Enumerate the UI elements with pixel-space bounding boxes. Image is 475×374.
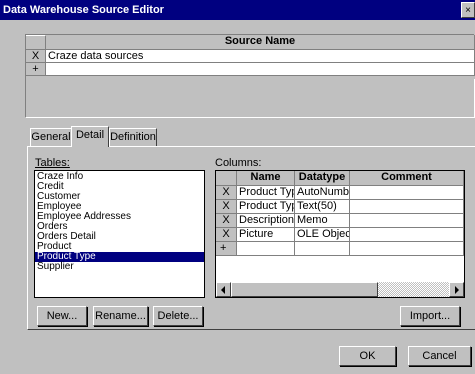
close-button[interactable]: × <box>461 2 475 18</box>
import-button[interactable]: Import... <box>400 306 460 326</box>
column-row-datatype[interactable]: Text(50) <box>295 200 350 214</box>
tables-items: Craze Info Credit Customer Employee Employee… <box>35 171 204 272</box>
tables-label: Tables: <box>35 157 70 169</box>
tab-definition[interactable]: Definition <box>109 128 157 146</box>
column-row-delete-marker[interactable]: X <box>216 214 237 228</box>
source-name-header[interactable]: Source Name <box>46 35 475 50</box>
cancel-button[interactable]: Cancel <box>408 346 471 366</box>
columns-hscrollbar[interactable] <box>216 282 464 297</box>
source-new-row-marker[interactable]: + <box>26 63 46 76</box>
column-row-comment[interactable] <box>350 186 464 200</box>
delete-button-label: Delete... <box>157 310 199 322</box>
column-row-name[interactable]: Product Typ <box>237 200 295 214</box>
tab-general-label: General <box>31 131 71 143</box>
columns-label: Columns: <box>215 157 262 169</box>
columns-grid-corner <box>216 171 237 186</box>
column-row-delete-marker[interactable]: X <box>216 228 237 242</box>
new-button-label: New... <box>46 310 78 322</box>
tab-definition-label: Definition <box>110 131 156 143</box>
source-grid: Source Name X Craze data sources + <box>26 35 475 79</box>
column-row-comment[interactable] <box>350 228 464 242</box>
column-row-datatype[interactable]: OLE Object <box>295 228 350 242</box>
column-row-name[interactable]: Description <box>237 214 295 228</box>
scroll-right-button[interactable] <box>449 282 464 297</box>
column-header-datatype[interactable]: Datatype <box>295 171 350 186</box>
columns-grid: Name Datatype Comment X Product Typ AutoNu… <box>215 170 465 298</box>
columns-new-row-marker[interactable]: + <box>216 242 237 256</box>
table-list-item[interactable]: Supplier <box>35 262 204 272</box>
tab-detail[interactable]: Detail <box>71 126 109 147</box>
scroll-left-button[interactable] <box>216 282 231 297</box>
column-row-name[interactable]: Product Typ <box>237 186 295 200</box>
close-icon: × <box>465 5 471 16</box>
column-header-comment[interactable]: Comment <box>350 171 464 186</box>
window-title: Data Warehouse Source Editor <box>3 4 164 16</box>
scroll-thumb[interactable] <box>231 282 378 297</box>
source-row-delete-marker[interactable]: X <box>26 50 46 63</box>
tables-list[interactable]: Craze Info Credit Customer Employee Employee… <box>34 170 205 298</box>
delete-button[interactable]: Delete... <box>153 306 203 326</box>
columns-new-row-datatype[interactable] <box>295 242 350 256</box>
scroll-right-icon <box>455 286 459 294</box>
column-row-delete-marker[interactable]: X <box>216 186 237 200</box>
source-row-name[interactable]: Craze data sources <box>46 50 475 63</box>
column-row-comment[interactable] <box>350 200 464 214</box>
column-row-datatype[interactable]: AutoNumber <box>295 186 350 200</box>
columns-new-row-comment[interactable] <box>350 242 464 256</box>
title-bar: Data Warehouse Source Editor <box>0 0 475 20</box>
columns-new-row-name[interactable] <box>237 242 295 256</box>
ok-button-label: OK <box>359 350 376 362</box>
column-header-name[interactable]: Name <box>237 171 295 186</box>
ok-button[interactable]: OK <box>339 346 396 366</box>
tab-detail-label: Detail <box>75 129 105 141</box>
tab-general[interactable]: General <box>30 128 72 146</box>
column-row-delete-marker[interactable]: X <box>216 200 237 214</box>
column-row-datatype[interactable]: Memo <box>295 214 350 228</box>
source-grid-corner <box>26 35 46 50</box>
scroll-left-icon <box>221 286 225 294</box>
cancel-button-label: Cancel <box>422 350 457 362</box>
source-new-row[interactable] <box>46 63 475 76</box>
rename-button-label: Rename... <box>95 310 146 322</box>
column-row-name[interactable]: Picture <box>237 228 295 242</box>
column-row-comment[interactable] <box>350 214 464 228</box>
import-button-label: Import... <box>409 310 451 322</box>
new-button[interactable]: New... <box>37 306 87 326</box>
rename-button[interactable]: Rename... <box>93 306 148 326</box>
